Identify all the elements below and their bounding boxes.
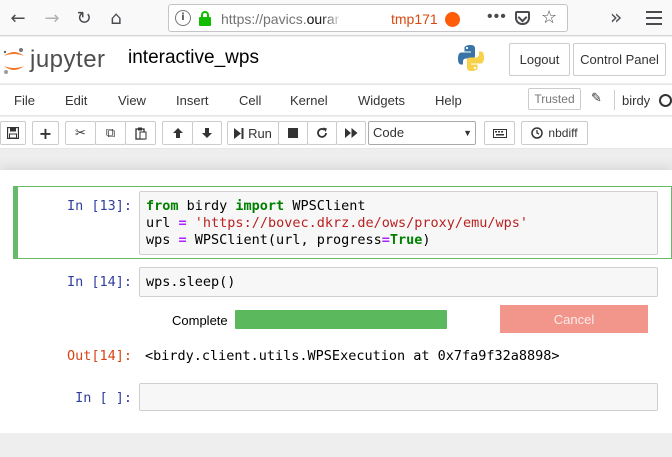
- reload-icon[interactable]: ↻: [72, 6, 96, 30]
- input-prompt: In [ ]:: [75, 390, 132, 406]
- back-icon[interactable]: ←: [6, 6, 30, 30]
- save-button[interactable]: [0, 121, 26, 145]
- home-icon[interactable]: ⌂: [104, 6, 128, 30]
- jupyter-logo-icon: [3, 48, 24, 74]
- logo-text: jupyter: [30, 46, 106, 73]
- arrow-down-icon: [202, 128, 212, 138]
- overflow-chevron-icon[interactable]: »: [610, 5, 622, 29]
- menu-insert[interactable]: Insert: [176, 93, 209, 108]
- browser-toolbar: ← → ↻ ⌂ i https://pavics.ourano tmp171 •…: [0, 0, 672, 36]
- paste-button[interactable]: [125, 121, 156, 145]
- menu-cell[interactable]: Cell: [239, 93, 261, 108]
- run-button[interactable]: Run: [227, 121, 279, 145]
- code-editor[interactable]: from birdy import WPSClient url = 'https…: [139, 191, 658, 255]
- save-icon: [7, 127, 19, 139]
- kernel-idle-indicator-icon: [659, 94, 672, 107]
- site-info-icon[interactable]: i: [175, 10, 191, 26]
- cell-type-select[interactable]: Code ▼: [368, 121, 476, 145]
- jupyter-header: jupyter interactive_wps Logout Control P…: [0, 37, 672, 83]
- restart-button[interactable]: [307, 121, 337, 145]
- command-palette-button[interactable]: [484, 121, 515, 145]
- input-prompt: In [14]:: [66, 274, 132, 290]
- clock-icon: [531, 127, 544, 139]
- container-dot-icon: [445, 12, 460, 27]
- container-label[interactable]: tmp171: [391, 11, 438, 27]
- menu-edit[interactable]: Edit: [65, 93, 87, 108]
- insert-cell-button[interactable]: +: [32, 121, 59, 145]
- code-line: wps.sleep(): [146, 274, 236, 290]
- restart-run-all-button[interactable]: [336, 121, 366, 145]
- control-panel-button[interactable]: Control Panel: [573, 43, 666, 76]
- output-text: <birdy.client.utils.WPSExecution at 0x7f…: [145, 348, 560, 364]
- restart-icon: [317, 127, 327, 138]
- menu-widgets[interactable]: Widgets: [358, 93, 405, 108]
- logout-button[interactable]: Logout: [509, 43, 570, 76]
- paste-icon: [134, 127, 146, 140]
- kernel-name[interactable]: birdy: [622, 93, 650, 108]
- lock-icon[interactable]: [199, 11, 211, 26]
- menu-help[interactable]: Help: [435, 93, 462, 108]
- bookmark-star-icon[interactable]: ☆: [541, 7, 557, 28]
- forward-icon[interactable]: →: [40, 6, 64, 30]
- code-editor[interactable]: [139, 383, 658, 411]
- plus-icon: +: [38, 123, 53, 143]
- progress-label: Complete: [172, 313, 228, 328]
- dropdown-caret-icon: ▼: [463, 128, 472, 138]
- move-up-button[interactable]: [162, 121, 193, 145]
- fast-forward-icon: [344, 128, 357, 138]
- pocket-icon[interactable]: [515, 11, 530, 25]
- hamburger-menu-icon[interactable]: [646, 11, 662, 25]
- url-bar[interactable]: i https://pavics.ourano tmp171 ••• ☆: [168, 4, 568, 32]
- python-logo-icon: [458, 45, 484, 71]
- page-background: [0, 433, 672, 457]
- page-actions-icon[interactable]: •••: [487, 8, 507, 26]
- nbdiff-button[interactable]: nbdiff: [521, 121, 588, 145]
- code-line: from birdy import WPSClient: [146, 198, 366, 214]
- copy-icon: ⧉: [105, 125, 116, 141]
- stop-icon: [288, 128, 298, 138]
- notebook-container: In [13]: from birdy import WPSClient url…: [0, 170, 672, 433]
- code-editor[interactable]: wps.sleep(): [139, 267, 658, 297]
- menu-view[interactable]: View: [118, 93, 146, 108]
- menu-kernel[interactable]: Kernel: [290, 93, 328, 108]
- scissors-icon: ✂: [75, 125, 86, 141]
- keyboard-icon: [492, 128, 507, 138]
- notebook-toolbar: + ✂ ⧉ Run Code ▼ nbdiff: [0, 117, 672, 149]
- output-prompt: Out[14]:: [66, 348, 132, 364]
- cut-button[interactable]: ✂: [65, 121, 96, 145]
- input-prompt: In [13]:: [66, 198, 132, 214]
- copy-button[interactable]: ⧉: [95, 121, 126, 145]
- cancel-button[interactable]: Cancel: [500, 305, 648, 333]
- notebook-name[interactable]: interactive_wps: [128, 47, 259, 69]
- move-down-button[interactable]: [192, 121, 222, 145]
- step-forward-icon: [234, 127, 244, 139]
- menubar: File Edit View Insert Cell Kernel Widget…: [0, 84, 672, 116]
- code-line: url = 'https://bovec.dkrz.de/ows/proxy/e…: [146, 215, 529, 231]
- progress-bar-fill: [235, 310, 447, 329]
- jupyter-logo[interactable]: jupyter: [2, 46, 110, 76]
- code-line: wps = WPSClient(url, progress=True): [146, 232, 431, 248]
- menu-file[interactable]: File: [14, 93, 35, 108]
- interrupt-button[interactable]: [278, 121, 308, 145]
- arrow-up-icon: [172, 128, 183, 138]
- trusted-indicator[interactable]: Trusted: [528, 88, 581, 110]
- progress-bar: [235, 310, 447, 329]
- edit-mode-pencil-icon: ✎: [591, 91, 602, 106]
